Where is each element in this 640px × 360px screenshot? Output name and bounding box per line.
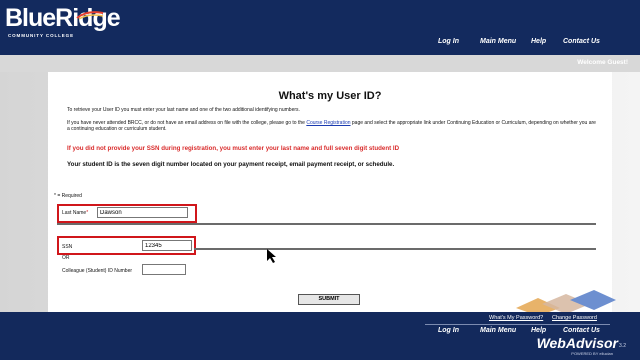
ssn-label: SSN xyxy=(62,244,73,250)
footer-bar: What's My Password? Change Password Log … xyxy=(0,312,640,360)
footer-nav-login[interactable]: Log In xyxy=(438,327,459,334)
info-paragraph: If you have never attended BRCC, or do n… xyxy=(67,120,597,132)
footer-nav-contact-us[interactable]: Contact Us xyxy=(563,327,600,334)
intro-text: To retrieve your User ID you must enter … xyxy=(67,107,300,113)
powered-by-text: POWERED BY ellucian xyxy=(571,351,613,356)
separator-2 xyxy=(194,248,596,250)
nav-contact-us[interactable]: Contact Us xyxy=(563,38,600,45)
webadvisor-version: 3.2 xyxy=(619,343,626,349)
college-logo[interactable]: BlueRidge COMMUNITY COLLEGE xyxy=(5,4,121,46)
colleague-id-input[interactable] xyxy=(142,264,186,275)
colleague-id-label: Colleague (Student) ID Number xyxy=(62,268,133,274)
submit-button[interactable]: SUBMIT xyxy=(298,294,360,305)
whats-my-password-link[interactable]: What's My Password? xyxy=(489,315,543,321)
info-text-prefix: If you have never attended BRCC, or do n… xyxy=(67,120,305,126)
or-label: OR xyxy=(62,255,70,261)
separator-1 xyxy=(57,223,596,225)
last-name-input[interactable] xyxy=(97,207,188,218)
nav-login[interactable]: Log In xyxy=(438,38,459,45)
mouse-cursor-icon xyxy=(267,249,276,263)
required-note: * = Required xyxy=(54,193,82,199)
footer-nav-help[interactable]: Help xyxy=(531,327,546,334)
logo-subtitle: COMMUNITY COLLEGE xyxy=(8,33,74,38)
webadvisor-logo: WebAdvisor xyxy=(536,335,618,351)
content-panel: What's my User ID? To retrieve your User… xyxy=(48,72,612,312)
mountain-icon xyxy=(76,11,104,20)
nav-main-menu[interactable]: Main Menu xyxy=(480,38,516,45)
page-title: What's my User ID? xyxy=(278,90,382,102)
course-registration-link[interactable]: Course Registration xyxy=(306,120,350,126)
ssn-input[interactable] xyxy=(142,240,192,251)
last-name-label: Last Name* xyxy=(62,210,89,216)
footer-nav-main-menu[interactable]: Main Menu xyxy=(480,327,516,334)
change-password-link[interactable]: Change Password xyxy=(552,315,597,321)
header-bar: BlueRidge COMMUNITY COLLEGE Log In Main … xyxy=(0,0,640,55)
welcome-text: Welcome Guest! xyxy=(577,59,628,66)
student-id-note: Your student ID is the seven digit numbe… xyxy=(67,161,395,168)
nav-help[interactable]: Help xyxy=(531,38,546,45)
welcome-bar: Welcome Guest! xyxy=(0,55,640,72)
footer-divider xyxy=(425,324,610,325)
ssn-warning: If you did not provide your SSN during r… xyxy=(67,145,400,152)
